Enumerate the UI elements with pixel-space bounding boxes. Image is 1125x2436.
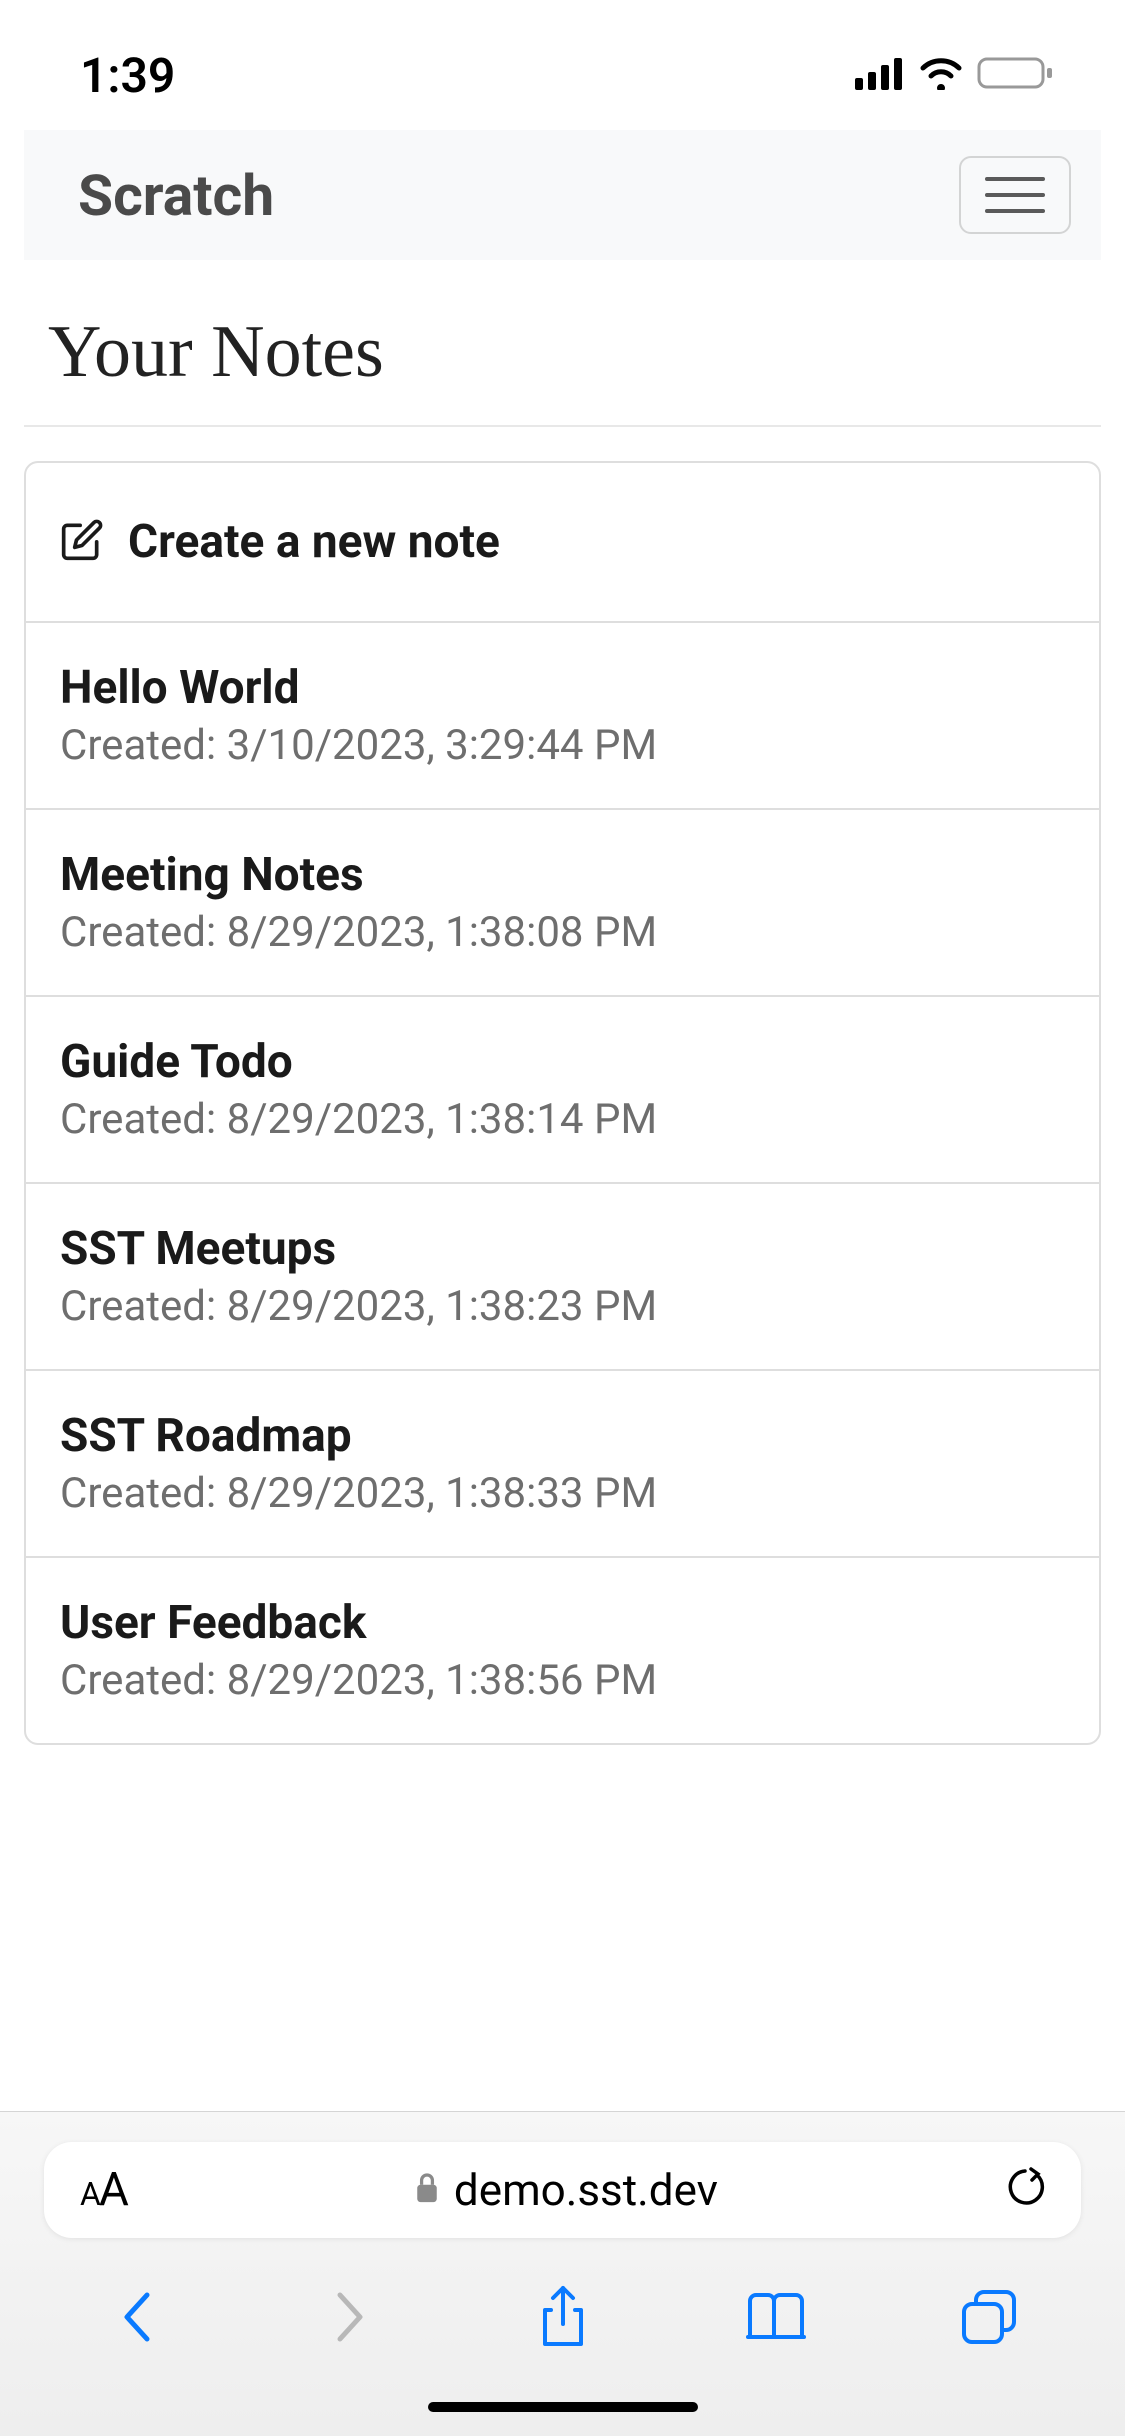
hamburger-icon	[985, 177, 1045, 181]
note-item[interactable]: User Feedback Created: 8/29/2023, 1:38:5…	[26, 1558, 1099, 1743]
notes-list: Create a new note Hello World Created: 3…	[24, 461, 1101, 1745]
note-created: Created: 8/29/2023, 1:38:33 PM	[60, 1469, 1065, 1518]
url-text: demo.sst.dev	[454, 2164, 718, 2216]
url-bar[interactable]: AA demo.sst.dev	[44, 2142, 1081, 2238]
url-display: demo.sst.dev	[414, 2164, 718, 2216]
lock-icon	[414, 2171, 440, 2209]
status-bar: 1:39	[0, 0, 1125, 130]
cellular-icon	[855, 56, 905, 94]
note-item[interactable]: Hello World Created: 3/10/2023, 3:29:44 …	[26, 623, 1099, 810]
note-item[interactable]: Guide Todo Created: 8/29/2023, 1:38:14 P…	[26, 997, 1099, 1184]
note-created: Created: 8/29/2023, 1:38:56 PM	[60, 1656, 1065, 1705]
reader-font-button[interactable]: AA	[80, 2163, 127, 2217]
hamburger-icon	[985, 193, 1045, 197]
note-title: Hello World	[60, 661, 1065, 715]
home-indicator[interactable]	[428, 2402, 698, 2412]
bookmarks-button[interactable]	[741, 2282, 811, 2352]
note-created: Created: 8/29/2023, 1:38:08 PM	[60, 908, 1065, 957]
reload-button[interactable]	[1005, 2165, 1045, 2215]
note-created: Created: 8/29/2023, 1:38:23 PM	[60, 1282, 1065, 1331]
note-title: Meeting Notes	[60, 848, 1065, 902]
browser-toolbar	[0, 2238, 1125, 2402]
share-button[interactable]	[528, 2282, 598, 2352]
note-item[interactable]: SST Roadmap Created: 8/29/2023, 1:38:33 …	[26, 1371, 1099, 1558]
note-item[interactable]: SST Meetups Created: 8/29/2023, 1:38:23 …	[26, 1184, 1099, 1371]
note-title: SST Roadmap	[60, 1409, 1065, 1463]
note-title: SST Meetups	[60, 1222, 1065, 1276]
status-icons	[855, 55, 1055, 95]
create-note-button[interactable]: Create a new note	[26, 463, 1099, 623]
page-title: Your Notes	[48, 310, 1077, 395]
hamburger-icon	[985, 209, 1045, 213]
note-created: Created: 3/10/2023, 3:29:44 PM	[60, 721, 1065, 770]
navbar: Scratch	[24, 130, 1101, 260]
menu-toggle-button[interactable]	[959, 156, 1071, 234]
note-created: Created: 8/29/2023, 1:38:14 PM	[60, 1095, 1065, 1144]
wifi-icon	[917, 56, 965, 94]
create-note-label: Create a new note	[128, 515, 500, 569]
edit-icon	[60, 518, 104, 566]
back-button[interactable]	[102, 2282, 172, 2352]
note-item[interactable]: Meeting Notes Created: 8/29/2023, 1:38:0…	[26, 810, 1099, 997]
forward-button[interactable]	[315, 2282, 385, 2352]
note-title: User Feedback	[60, 1596, 1065, 1650]
browser-chrome: AA demo.sst.dev	[0, 2111, 1125, 2436]
note-title: Guide Todo	[60, 1035, 1065, 1089]
battery-icon	[977, 55, 1055, 95]
tabs-button[interactable]	[954, 2282, 1024, 2352]
brand-title[interactable]: Scratch	[78, 162, 274, 229]
status-time: 1:39	[80, 47, 175, 104]
page-header: Your Notes	[24, 260, 1101, 427]
